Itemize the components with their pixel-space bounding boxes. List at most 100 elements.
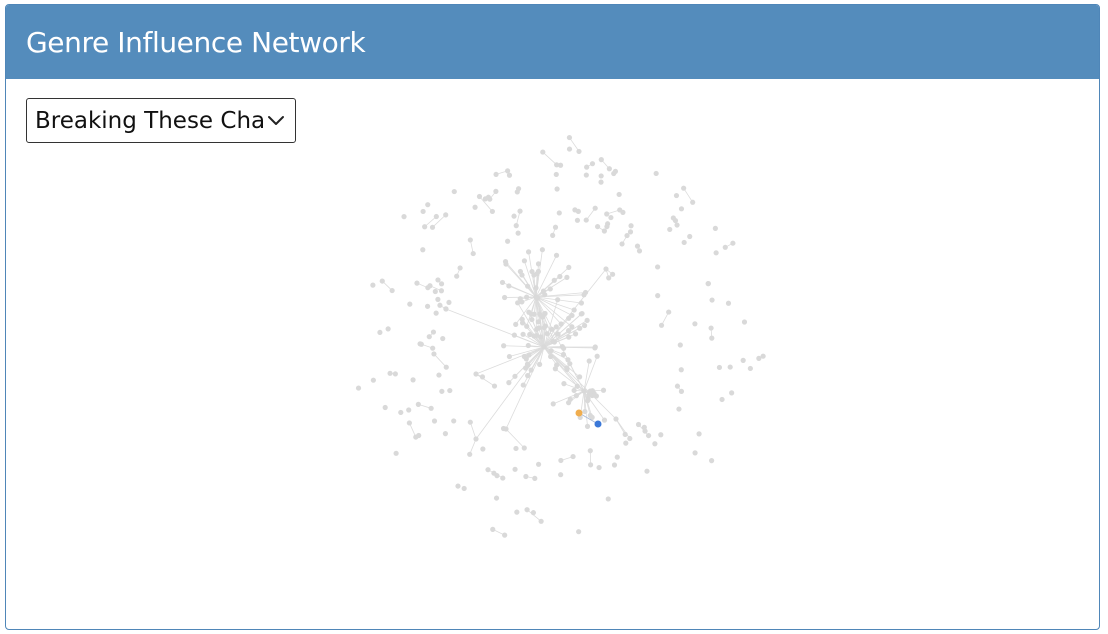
network-node[interactable] xyxy=(566,334,572,340)
network-node[interactable] xyxy=(553,171,559,178)
network-node[interactable] xyxy=(576,148,582,155)
network-node[interactable] xyxy=(517,208,523,214)
network-node[interactable] xyxy=(681,239,687,246)
network-node[interactable] xyxy=(571,307,577,313)
network-node[interactable] xyxy=(552,224,559,230)
network-node[interactable] xyxy=(435,277,441,283)
network-node[interactable] xyxy=(550,401,556,407)
network-node[interactable] xyxy=(598,173,604,179)
network-node[interactable] xyxy=(709,458,715,464)
network-node[interactable] xyxy=(608,214,614,221)
network-node[interactable] xyxy=(747,365,753,372)
network-node[interactable] xyxy=(511,332,517,338)
network-node[interactable] xyxy=(645,432,652,439)
network-node[interactable] xyxy=(553,252,560,258)
network-node[interactable] xyxy=(712,225,718,231)
network-node[interactable] xyxy=(511,213,517,219)
network-node[interactable] xyxy=(644,468,650,474)
network-node[interactable] xyxy=(690,199,696,205)
network-node[interactable] xyxy=(535,319,541,325)
network-node[interactable] xyxy=(577,374,583,380)
network-node[interactable] xyxy=(451,188,457,195)
network-node[interactable] xyxy=(487,196,493,202)
network-node[interactable] xyxy=(678,206,685,212)
network-node[interactable] xyxy=(674,222,680,228)
network-node[interactable] xyxy=(505,238,511,244)
network-node[interactable] xyxy=(741,319,748,325)
network-node[interactable] xyxy=(431,351,437,357)
network-node[interactable] xyxy=(583,172,589,178)
network-node[interactable] xyxy=(616,191,622,198)
network-node[interactable] xyxy=(490,526,496,532)
network-node[interactable] xyxy=(613,416,619,422)
network-node[interactable] xyxy=(548,348,554,354)
network-node[interactable] xyxy=(582,408,588,415)
network-node[interactable] xyxy=(493,495,500,501)
network-node[interactable] xyxy=(558,457,564,464)
network-node[interactable] xyxy=(605,496,611,502)
network-node[interactable] xyxy=(500,475,506,481)
network-node[interactable] xyxy=(439,388,445,394)
network-node[interactable] xyxy=(623,440,629,446)
network-node[interactable] xyxy=(567,396,573,402)
network-node[interactable] xyxy=(479,374,486,380)
network-node[interactable] xyxy=(534,271,540,277)
network-node[interactable] xyxy=(520,331,526,337)
network-node[interactable] xyxy=(541,325,547,331)
network-node[interactable] xyxy=(676,406,682,412)
network-node[interactable] xyxy=(558,321,564,327)
network-node[interactable] xyxy=(525,342,531,349)
network-node[interactable] xyxy=(513,445,519,452)
network-node[interactable] xyxy=(377,329,383,336)
network-node[interactable] xyxy=(528,367,534,373)
network-node[interactable] xyxy=(506,353,513,360)
network-node[interactable] xyxy=(579,310,585,317)
network-node[interactable] xyxy=(551,277,557,283)
network-node[interactable] xyxy=(709,297,715,303)
network-node[interactable] xyxy=(593,393,599,399)
network-node[interactable] xyxy=(438,288,445,294)
network-node[interactable] xyxy=(446,299,452,306)
network-node[interactable] xyxy=(740,357,746,364)
network-node[interactable] xyxy=(467,419,473,425)
network-node[interactable] xyxy=(379,278,385,284)
network-node[interactable] xyxy=(393,450,399,456)
network-node[interactable] xyxy=(584,423,591,429)
network-node[interactable] xyxy=(515,186,522,192)
network-node[interactable] xyxy=(692,321,698,327)
network-node[interactable] xyxy=(566,134,573,141)
network-node[interactable] xyxy=(587,462,594,468)
network-node[interactable] xyxy=(429,224,436,230)
network-node[interactable] xyxy=(476,193,483,200)
network-node[interactable] xyxy=(541,344,547,350)
network-node[interactable] xyxy=(548,353,554,360)
network-node[interactable] xyxy=(540,314,546,320)
network-node[interactable] xyxy=(512,373,518,379)
network-node[interactable] xyxy=(515,230,521,236)
network-node[interactable] xyxy=(535,461,542,467)
selected-song-node[interactable] xyxy=(594,420,602,428)
network-node[interactable] xyxy=(415,401,421,407)
network-node[interactable] xyxy=(655,293,661,299)
network-node[interactable] xyxy=(528,311,535,317)
network-node[interactable] xyxy=(539,247,545,253)
network-node[interactable] xyxy=(577,325,583,331)
network-node[interactable] xyxy=(583,217,589,223)
network-node[interactable] xyxy=(387,370,393,376)
network-node[interactable] xyxy=(674,383,681,389)
network-node[interactable] xyxy=(627,229,634,235)
network-node[interactable] xyxy=(533,285,539,291)
network-node[interactable] xyxy=(547,286,553,292)
network-node[interactable] xyxy=(529,268,535,275)
network-node[interactable] xyxy=(554,162,560,168)
network-node[interactable] xyxy=(514,509,520,515)
network-node[interactable] xyxy=(555,297,561,303)
song-select[interactable]: Breaking These Chains xyxy=(26,98,296,143)
network-node[interactable] xyxy=(598,179,604,185)
network-node[interactable] xyxy=(636,248,643,254)
network-node[interactable] xyxy=(499,279,506,286)
network-node[interactable] xyxy=(398,409,404,416)
network-node[interactable] xyxy=(534,326,540,332)
network-node[interactable] xyxy=(436,372,442,378)
network-node[interactable] xyxy=(416,432,422,439)
